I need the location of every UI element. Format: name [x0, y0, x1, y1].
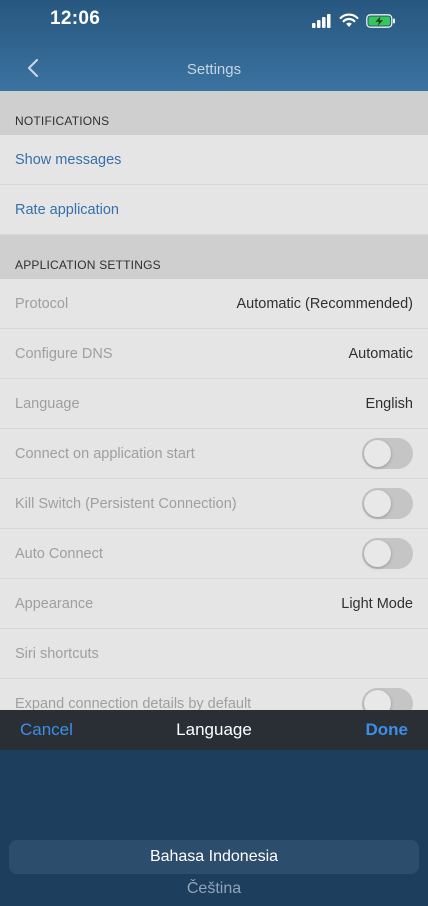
- kill-switch-row: Kill Switch (Persistent Connection): [0, 479, 428, 529]
- navigation-bar: Settings: [0, 44, 428, 91]
- configure-dns-label: Configure DNS: [15, 345, 113, 362]
- siri-shortcuts-row[interactable]: Siri shortcuts: [0, 629, 428, 679]
- siri-shortcuts-label: Siri shortcuts: [15, 645, 99, 662]
- header: 12:06 Settings: [0, 0, 428, 91]
- toggle-knob: [364, 540, 391, 567]
- auto-connect-label: Auto Connect: [15, 545, 103, 562]
- auto-connect-toggle[interactable]: [362, 538, 413, 569]
- picker-option-selected[interactable]: Bahasa Indonesia: [0, 848, 428, 866]
- protocol-row[interactable]: Protocol Automatic (Recommended): [0, 279, 428, 329]
- toggle-knob: [364, 490, 391, 517]
- status-icons: [312, 13, 396, 28]
- appearance-row[interactable]: Appearance Light Mode: [0, 579, 428, 629]
- settings-list[interactable]: NOTIFICATIONS Show messages Rate applica…: [0, 91, 428, 710]
- configure-dns-row[interactable]: Configure DNS Automatic: [0, 329, 428, 379]
- toggle-knob: [364, 690, 391, 710]
- wifi-icon: [339, 13, 359, 27]
- picker-toolbar: Cancel Language Done: [0, 710, 428, 750]
- connect-on-start-toggle[interactable]: [362, 438, 413, 469]
- show-messages-link[interactable]: Show messages: [15, 152, 121, 168]
- expand-details-label: Expand connection details by default: [15, 695, 252, 711]
- auto-connect-row: Auto Connect: [0, 529, 428, 579]
- expand-details-row: Expand connection details by default: [0, 679, 428, 710]
- language-value: English: [365, 395, 413, 412]
- language-picker[interactable]: Bahasa Indonesia Čeština: [0, 750, 428, 906]
- battery-charging-icon: [366, 13, 395, 28]
- rate-application-link[interactable]: Rate application: [15, 202, 119, 218]
- kill-switch-toggle[interactable]: [362, 488, 413, 519]
- configure-dns-value: Automatic: [348, 345, 413, 362]
- section-header-notifications: NOTIFICATIONS: [0, 91, 428, 135]
- protocol-label: Protocol: [15, 295, 69, 312]
- show-messages-row[interactable]: Show messages: [0, 135, 428, 185]
- protocol-value: Automatic (Recommended): [236, 295, 414, 312]
- appearance-value: Light Mode: [341, 595, 413, 612]
- language-row[interactable]: Language English: [0, 379, 428, 429]
- picker-option[interactable]: Čeština: [0, 880, 428, 898]
- connect-on-start-label: Connect on application start: [15, 445, 195, 462]
- cancel-button[interactable]: Cancel: [20, 720, 73, 740]
- section-header-app-settings: APPLICATION SETTINGS: [0, 235, 428, 279]
- page-title: Settings: [186, 61, 242, 78]
- connect-on-start-row: Connect on application start: [0, 429, 428, 479]
- status-time: 12:06: [50, 8, 101, 29]
- kill-switch-label: Kill Switch (Persistent Connection): [15, 495, 237, 512]
- language-label: Language: [15, 395, 80, 412]
- cellular-signal-icon: [312, 13, 331, 28]
- status-bar: 12:06: [0, 0, 428, 44]
- toggle-knob: [364, 440, 391, 467]
- rate-application-row[interactable]: Rate application: [0, 185, 428, 235]
- expand-details-toggle[interactable]: [362, 688, 413, 710]
- done-button[interactable]: Done: [366, 720, 409, 740]
- appearance-label: Appearance: [15, 595, 94, 612]
